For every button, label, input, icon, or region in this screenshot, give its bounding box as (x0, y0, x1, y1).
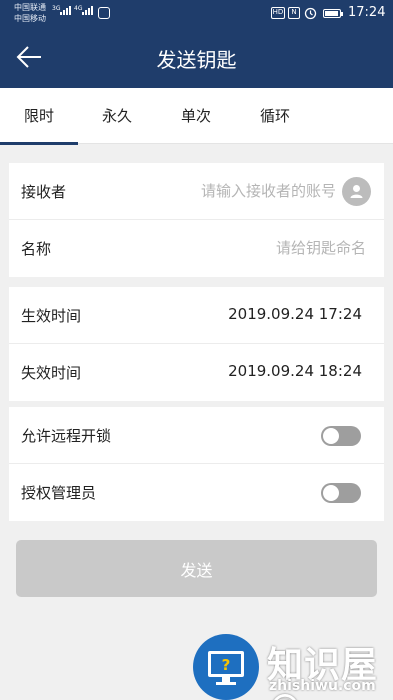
start-time-value[interactable]: 2019.09.24 17:24 (228, 305, 362, 323)
tab-single-use[interactable]: 单次 (157, 88, 235, 144)
contact-picker-button[interactable] (342, 177, 371, 206)
toggle-knob (323, 428, 339, 444)
validity-card: 生效时间 2019.09.24 17:24 失效时间 2019.09.24 18… (9, 287, 384, 401)
admin-label: 授权管理员 (21, 484, 97, 502)
tab-permanent[interactable]: 永久 (78, 88, 156, 144)
key-name-input[interactable] (166, 234, 366, 262)
status-bar: 中国联通 中国移动 3G 4G HD N 17:24 (0, 0, 393, 28)
options-card: 允许远程开锁 授权管理员 (9, 407, 384, 521)
carrier-2: 中国移动 (14, 14, 46, 23)
alarm-icon (304, 7, 317, 20)
tab-limited-time[interactable]: 限时 (0, 88, 78, 145)
admin-row: 授权管理员 (9, 464, 384, 521)
receiver-input[interactable] (136, 177, 336, 205)
signal-1-icon (60, 6, 71, 15)
receiver-card: 接收者 名称 (9, 163, 384, 277)
toggle-knob (323, 485, 339, 501)
nfc-icon: N (288, 7, 300, 19)
hd-icon: HD (271, 7, 285, 19)
start-time-label: 生效时间 (21, 307, 82, 325)
end-time-value[interactable]: 2019.09.24 18:24 (228, 362, 362, 380)
receiver-row: 接收者 (9, 163, 384, 220)
remote-unlock-row: 允许远程开锁 (9, 407, 384, 464)
watermark-en: zhishiwu.com (269, 678, 376, 694)
tab-bar: 限时 永久 单次 循环 (0, 88, 393, 145)
person-icon (350, 185, 363, 198)
receiver-label: 接收者 (21, 183, 67, 201)
remote-unlock-label: 允许远程开锁 (21, 427, 112, 445)
admin-toggle[interactable] (321, 483, 361, 503)
page-title: 发送钥匙 (156, 48, 237, 72)
key-name-label: 名称 (21, 240, 52, 258)
end-time-row[interactable]: 失效时间 2019.09.24 18:24 (9, 344, 384, 401)
key-name-row: 名称 (9, 220, 384, 277)
watermark-logo: ? (193, 634, 259, 700)
carrier-labels: 中国联通 中国移动 (14, 2, 46, 24)
send-button[interactable]: 发送 (16, 540, 377, 597)
end-time-label: 失效时间 (21, 364, 82, 382)
remote-unlock-toggle[interactable] (321, 426, 361, 446)
battery-icon (323, 9, 343, 18)
tab-recurring[interactable]: 循环 (236, 88, 314, 144)
start-time-row[interactable]: 生效时间 2019.09.24 17:24 (9, 287, 384, 344)
watermark: ? 知识屋® zhishiwu.com (193, 632, 393, 700)
svg-text:?: ? (222, 656, 231, 674)
app-notification-icon (98, 7, 110, 19)
status-time: 17:24 (348, 5, 386, 20)
carrier-1: 中国联通 (14, 3, 46, 12)
monitor-question-icon: ? (208, 651, 244, 685)
signal-2-icon (82, 6, 93, 15)
